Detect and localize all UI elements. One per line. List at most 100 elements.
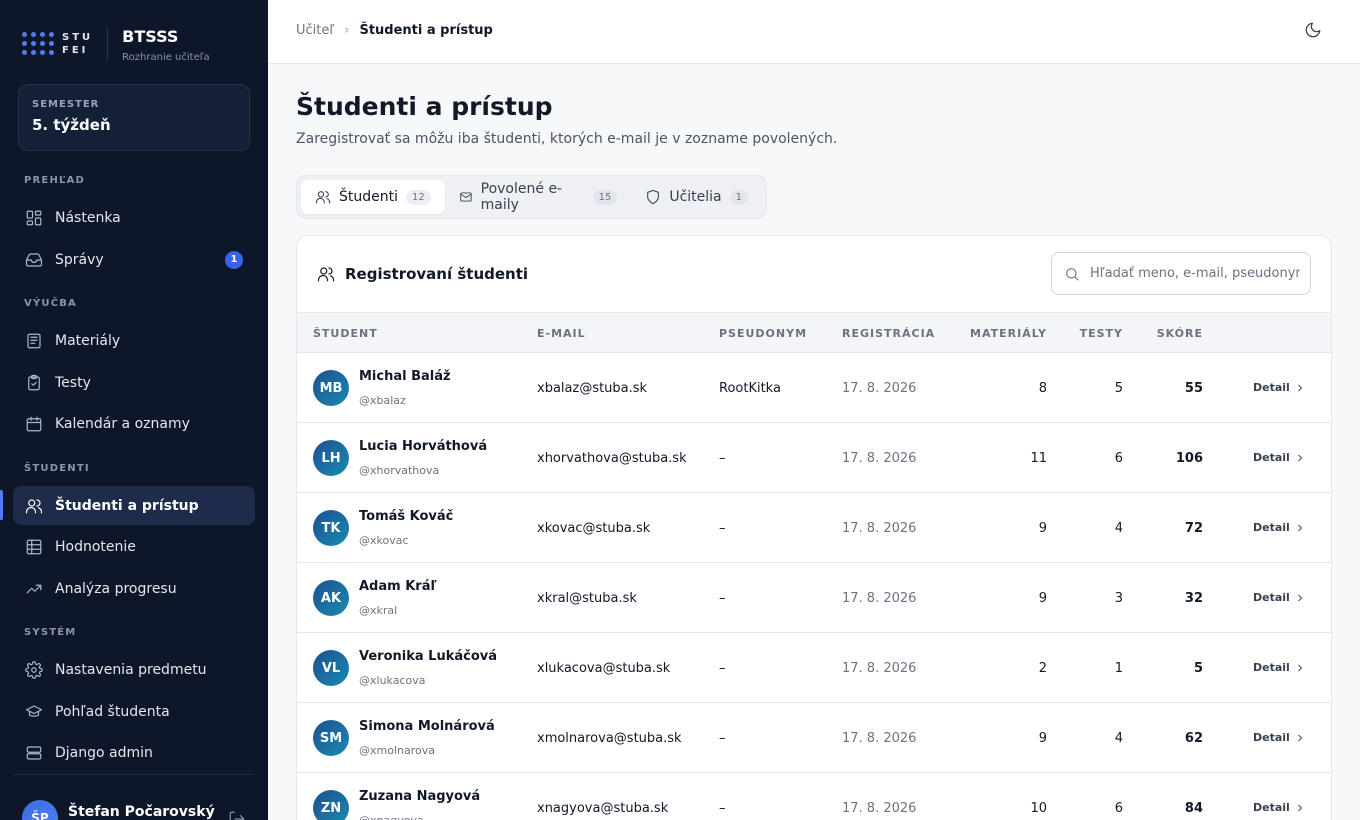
semester-card: SEMESTER 5. týždeň [18,84,250,151]
column-header-materials[interactable]: MATERIÁLY [967,327,1047,340]
search-input[interactable] [1090,266,1300,281]
detail-button[interactable]: Detail [1253,801,1306,814]
student-name[interactable]: Adam Kráľ [359,579,437,594]
table-row[interactable]: ZN Zuzana Nagyová @xnagyova xnagyova@stuba.… [297,773,1331,820]
column-header-student[interactable]: ŠTUDENT [313,327,378,340]
breadcrumb-parent[interactable]: Učiteľ [296,23,334,38]
sidebar-item-tests[interactable]: Testy [13,363,255,402]
table-row[interactable]: MB Michal Baláž @xbalaz xbalaz@stuba.sk Root… [297,353,1331,423]
tab-allowed-emails[interactable]: Povolené e-maily 15 [445,180,632,214]
calendar-icon [25,415,43,433]
sidebar-item-django-admin[interactable]: Django admin [13,733,255,772]
user-profile[interactable]: ŠP Štefan Počarovský [22,800,215,820]
student-pseudonym: – [719,591,726,606]
avatar: VL [313,650,349,686]
chevron-right-icon [1298,594,1302,601]
sidebar-item-students-access[interactable]: Študenti a prístup [13,486,255,525]
column-header-email[interactable]: E-MAIL [537,327,586,340]
user-name: Štefan Počarovský [68,804,215,820]
sidebar-item-grading[interactable]: Hodnotenie [13,527,255,566]
tab-students[interactable]: Študenti 12 [301,180,445,214]
breadcrumb-separator-icon: › [344,23,350,38]
theme-toggle-button[interactable] [1302,21,1324,43]
student-registered: 17. 8. 2026 [842,451,917,466]
table-row[interactable]: AK Adam Kráľ @xkral xkral@stuba.sk – 17. 8. 2… [297,563,1331,633]
column-header-tests[interactable]: TESTY [1067,327,1123,340]
table-row[interactable]: SM Simona Molnárová @xmolnarova xmolnarova@… [297,703,1331,773]
semester-value: 5. týždeň [32,116,111,134]
chevron-right-icon [1298,664,1302,671]
student-score: 32 [1184,591,1203,606]
student-name[interactable]: Simona Molnárová [359,719,495,734]
student-registered: 17. 8. 2026 [842,521,917,536]
student-score: 72 [1184,521,1203,536]
column-header-registration[interactable]: REGISTRÁCIA [842,327,935,340]
detail-button[interactable]: Detail [1253,731,1306,744]
sidebar-item-messages[interactable]: Správy 1 [13,240,255,279]
table-row[interactable]: LH Lucia Horváthová @xhorvathova xhorvathov… [297,423,1331,493]
student-pseudonym: RootKitka [719,381,781,396]
shield-icon [647,189,660,205]
sidebar-item-student-view[interactable]: Pohľad študenta [13,692,255,731]
page-title: Študenti a prístup [296,92,553,121]
student-materials: 9 [1038,731,1047,746]
breadcrumb-current: Študenti a prístup [359,23,493,38]
student-name[interactable]: Lucia Horváthová [359,439,487,454]
column-header-score[interactable]: SKÓRE [1147,327,1203,340]
clipboard-check-icon [25,374,43,392]
detail-button[interactable]: Detail [1253,521,1306,534]
sidebar-item-label: Nastavenia predmetu [55,661,207,678]
student-score: 55 [1184,381,1203,396]
gear-icon [25,660,43,679]
student-score: 5 [1193,661,1203,676]
card-title-text: Registrovaní študenti [345,265,529,283]
student-tests: 6 [1114,801,1123,816]
student-pseudonym: – [719,521,726,536]
chevron-right-icon [1298,454,1302,461]
detail-button[interactable]: Detail [1253,381,1306,394]
brand-divider [107,28,109,60]
sidebar-item-progress[interactable]: Analýza progresu [13,569,255,608]
sidebar: STU FEI BTSSS Rozhranie učiteľa SEMESTER… [0,0,268,820]
avatar: TK [313,510,349,546]
sidebar-item-label: Kalendár a oznamy [55,415,190,432]
table-row[interactable]: TK Tomáš Kováč @xkovac xkovac@stuba.sk – 17. … [297,493,1331,563]
search-box[interactable] [1051,252,1311,295]
detail-button[interactable]: Detail [1253,451,1306,464]
sidebar-item-dashboard[interactable]: Nástenka [13,198,255,237]
student-name[interactable]: Tomáš Kováč [359,509,453,524]
sidebar-divider [13,774,255,775]
table-header: ŠTUDENT E-MAIL PSEUDONYM REGISTRÁCIA MAT… [297,312,1331,353]
tab-label: Učitelia [669,189,722,205]
avatar: ŠP [22,800,58,820]
student-pseudonym: – [719,661,726,676]
sidebar-item-label: Testy [55,374,91,391]
tab-teachers[interactable]: Učitelia 1 [631,180,762,214]
sidebar-item-materials[interactable]: Materiály [13,321,255,360]
student-registered: 17. 8. 2026 [842,801,917,816]
student-name[interactable]: Michal Baláž [359,369,451,384]
student-name[interactable]: Veronika Lukáčová [359,649,497,664]
brand[interactable]: STU FEI BTSSS Rozhranie učiteľa [22,28,210,68]
detail-button[interactable]: Detail [1253,661,1306,674]
sidebar-item-label: Pohľad študenta [55,703,170,720]
avatar: SM [313,720,349,756]
student-name[interactable]: Zuzana Nagyová [359,789,480,804]
nav-section-system: SYSTÉM [24,627,77,638]
sidebar-item-course-settings[interactable]: Nastavenia predmetu [13,650,255,689]
students-card: Registrovaní študenti ŠTUDENT E-MAIL PSE… [296,235,1332,820]
student-tests: 6 [1114,451,1123,466]
card-header: Registrovaní študenti [297,236,1331,312]
student-tests: 4 [1114,731,1123,746]
column-header-pseudonym[interactable]: PSEUDONYM [719,327,807,340]
student-score: 62 [1184,731,1203,746]
sidebar-item-label: Správy [55,251,104,268]
detail-button[interactable]: Detail [1253,591,1306,604]
student-email: xlukacova@stuba.sk [537,661,671,676]
logout-icon[interactable] [228,810,246,820]
sidebar-item-calendar[interactable]: Kalendár a oznamy [13,404,255,443]
dashboard-icon [25,209,43,227]
active-indicator [0,490,3,520]
table-row[interactable]: VL Veronika Lukáčová @xlukacova xlukacova@s… [297,633,1331,703]
users-icon [25,497,43,515]
